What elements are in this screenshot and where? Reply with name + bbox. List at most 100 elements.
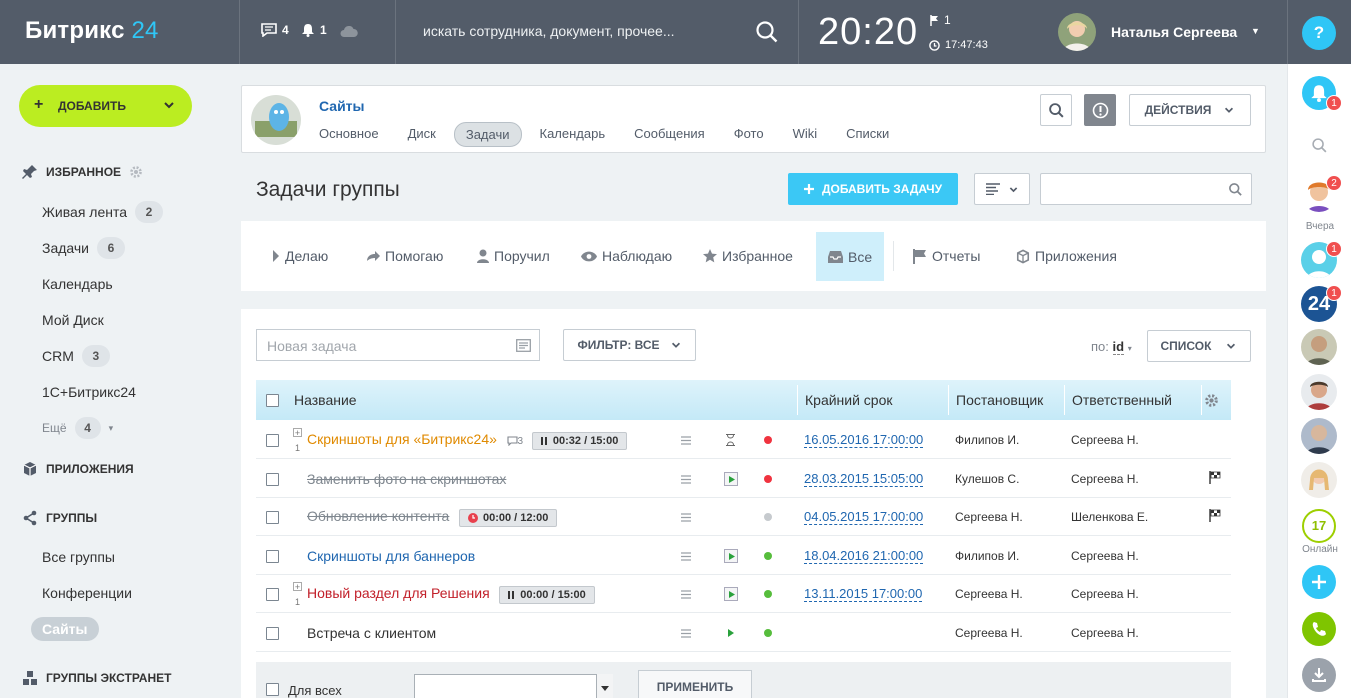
col-creator[interactable]: Постановщик [956, 392, 1043, 408]
contact-avatar[interactable] [1301, 374, 1337, 410]
col-name[interactable]: Название [294, 392, 357, 408]
favorites-header[interactable]: ИЗБРАННОЕ [22, 164, 143, 180]
tab-wiki[interactable]: Wiki [782, 122, 829, 147]
contact-avatar[interactable] [1301, 462, 1337, 498]
extranet-header[interactable]: ГРУППЫ ЭКСТРАНЕТ [22, 670, 171, 686]
group-name[interactable]: Сайты [319, 98, 365, 114]
details-icon[interactable] [516, 339, 531, 352]
work-time[interactable]: 17:47:43 [929, 39, 988, 51]
tab-main[interactable]: Основное [308, 122, 390, 147]
row-checkbox[interactable] [266, 550, 279, 563]
deadline[interactable]: 18.04.2016 21:00:00 [804, 548, 924, 564]
tab-reports[interactable]: Отчеты [913, 236, 980, 276]
col-responsible[interactable]: Ответственный [1072, 392, 1172, 408]
contact-avatar[interactable] [1301, 329, 1337, 365]
tab-tasks[interactable]: Задачи [453, 122, 522, 147]
actions-button[interactable]: ДЕЙСТВИЯ [1129, 94, 1251, 126]
user-name[interactable]: Наталья Сергеева [1111, 24, 1237, 40]
deadline[interactable]: 13.11.2015 17:00:00 [804, 586, 923, 602]
tab-disk[interactable]: Диск [397, 122, 447, 147]
responsible[interactable]: Сергеева Н. [1071, 472, 1139, 486]
user-avatar[interactable] [1058, 13, 1096, 51]
row-checkbox[interactable] [266, 511, 279, 524]
global-search-input[interactable]: искать сотрудника, документ, прочее... [423, 23, 675, 39]
row-checkbox[interactable] [266, 627, 279, 640]
time-tracker[interactable]: 00:00 / 15:00 [499, 585, 595, 604]
time-tracker[interactable]: 00:32 / 15:00 [531, 431, 628, 450]
start-button[interactable] [724, 472, 738, 486]
responsible[interactable]: Сергеева Н. [1071, 433, 1139, 447]
sidebar-item-sites[interactable]: Сайты [31, 617, 99, 641]
chevron-down-icon[interactable]: ▼ [1251, 26, 1260, 36]
play-icon[interactable] [728, 629, 734, 637]
gear-icon[interactable] [129, 165, 143, 179]
creator[interactable]: Кулешов С. [955, 472, 1019, 486]
search-icon[interactable] [1311, 137, 1328, 154]
menu-icon[interactable] [681, 590, 691, 599]
messages-counter[interactable]: 4 [261, 23, 289, 37]
task-link[interactable]: Скриншоты для «Битрикс24» [307, 431, 497, 447]
row-checkbox[interactable] [266, 434, 279, 447]
table-row[interactable]: Заменить фото на скриншотах 28.03.2015 1… [256, 460, 1231, 498]
sidebar-item-feed[interactable]: Живая лента 2 [42, 201, 164, 223]
group-search-button[interactable] [1040, 94, 1072, 126]
task-link[interactable]: Встреча с клиентом [307, 625, 436, 641]
tab-photo[interactable]: Фото [723, 122, 775, 147]
responsible[interactable]: Шеленкова Е. [1071, 510, 1148, 524]
apps-header[interactable]: ПРИЛОЖЕНИЯ [22, 461, 134, 477]
sort-selector[interactable]: по: id ▾ [1091, 339, 1132, 355]
table-row[interactable]: Обновление контента 00:00 / 12:00 04.05.… [256, 498, 1231, 536]
sidebar-more[interactable]: Ещё 4 ▾ [42, 417, 113, 439]
search-icon[interactable] [1228, 182, 1243, 197]
task-link[interactable]: Обновление контента [307, 508, 449, 524]
creator[interactable]: Филипов И. [955, 433, 1019, 447]
new-task-input[interactable]: Новая задача [256, 329, 540, 361]
time-tracker[interactable]: 00:00 / 12:00 [458, 508, 558, 527]
tab-calendar[interactable]: Календарь [529, 122, 617, 147]
tab-doing[interactable]: Делаю [272, 236, 328, 276]
sidebar-item-disk[interactable]: Мой Диск [42, 312, 104, 328]
add-button[interactable] [1302, 565, 1336, 599]
call-button[interactable] [1302, 612, 1336, 646]
menu-icon[interactable] [681, 629, 691, 638]
table-row[interactable]: Встреча с клиентом Сергеева Н. Сергеева … [256, 614, 1231, 652]
col-deadline[interactable]: Крайний срок [805, 392, 893, 408]
row-checkbox[interactable] [266, 473, 279, 486]
search-icon[interactable] [755, 20, 779, 44]
responsible[interactable]: Сергеева Н. [1071, 587, 1139, 601]
clock[interactable]: 20:20 [818, 11, 918, 54]
sidebar-item-1c[interactable]: 1С+Битрикс24 [42, 384, 136, 400]
task-link[interactable]: Скриншоты для баннеров [307, 548, 475, 564]
help-button[interactable]: ? [1302, 16, 1336, 50]
menu-icon[interactable] [681, 513, 691, 522]
creator[interactable]: Сергеева Н. [955, 626, 1023, 640]
deadline[interactable]: 28.03.2015 15:05:00 [804, 471, 924, 487]
sidebar-item-calendar[interactable]: Календарь [42, 276, 113, 292]
expand-icon[interactable]: + [293, 428, 302, 438]
group-alert-button[interactable] [1084, 94, 1116, 126]
menu-icon[interactable] [681, 436, 691, 445]
tab-all[interactable]: Все [816, 232, 885, 281]
tab-helping[interactable]: Помогаю [366, 236, 443, 276]
responsible[interactable]: Сергеева Н. [1071, 549, 1139, 563]
creator[interactable]: Сергеева Н. [955, 510, 1023, 524]
contact-avatar[interactable] [1301, 418, 1337, 454]
responsible[interactable]: Сергеева Н. [1071, 626, 1139, 640]
start-button[interactable] [724, 549, 738, 563]
view-mode-button[interactable] [974, 173, 1030, 205]
sidebar-item-crm[interactable]: CRM 3 [42, 345, 110, 367]
expand-icon[interactable]: + [293, 582, 302, 592]
creator[interactable]: Филипов И. [955, 549, 1019, 563]
table-row[interactable]: Скриншоты для баннеров 18.04.2016 21:00:… [256, 537, 1231, 575]
action-select[interactable] [414, 674, 613, 698]
apply-button[interactable]: ПРИМЕНИТЬ [638, 670, 752, 698]
gear-icon[interactable] [1204, 393, 1219, 408]
online-counter[interactable]: 17 [1302, 509, 1336, 543]
group-avatar[interactable] [251, 95, 301, 145]
add-task-button[interactable]: ДОБАВИТЬ ЗАДАЧУ [788, 173, 958, 205]
task-link[interactable]: Новый раздел для Решения [307, 585, 490, 601]
groups-header[interactable]: ГРУППЫ [22, 510, 97, 526]
cloud-icon[interactable] [340, 26, 358, 38]
table-row[interactable]: + 1 Скриншоты для «Битрикс24» 3 00:32 / … [256, 421, 1231, 459]
select-all-checkbox[interactable] [266, 394, 279, 407]
